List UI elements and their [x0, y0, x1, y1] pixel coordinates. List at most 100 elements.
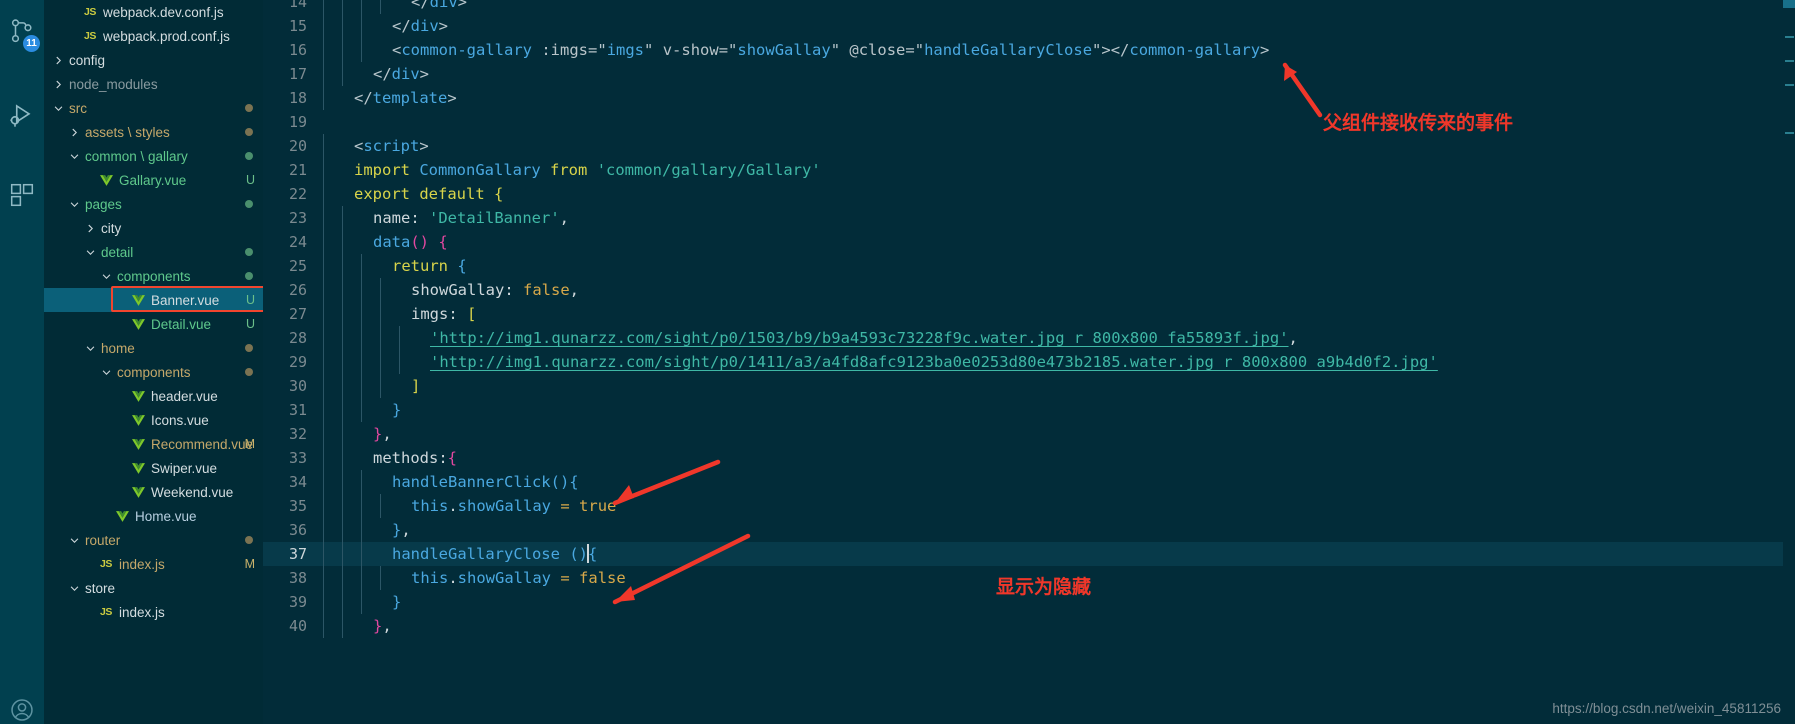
line-number: 36	[288, 521, 307, 539]
chevron-down-icon[interactable]	[68, 144, 81, 168]
line-number: 39	[288, 593, 307, 611]
code-line[interactable]: 33 methods:{	[263, 446, 1795, 470]
explorer-item-detail[interactable]: detail	[44, 240, 263, 264]
chevron-right-icon[interactable]	[68, 120, 81, 144]
explorer-item-swiper-vue[interactable]: Swiper.vue	[44, 456, 263, 480]
code-line[interactable]: 19	[263, 110, 1795, 134]
code-line[interactable]: 15 </div>	[263, 14, 1795, 38]
code-line[interactable]: 35 this.showGallay = true	[263, 494, 1795, 518]
code-line[interactable]: 24 data() {	[263, 230, 1795, 254]
scrollbar-thumb[interactable]	[1783, 0, 1795, 8]
twisty-placeholder	[116, 456, 129, 480]
editor-scrollbar[interactable]	[1783, 0, 1795, 724]
code-line[interactable]: 22 export default {	[263, 182, 1795, 206]
activity-bar: 11	[0, 0, 44, 724]
chevron-down-icon[interactable]	[68, 192, 81, 216]
chevron-down-icon[interactable]	[100, 360, 113, 384]
explorer-item-node-modules[interactable]: node_modules	[44, 72, 263, 96]
code-line[interactable]: 18 </template>	[263, 86, 1795, 110]
explorer-item-index-js[interactable]: JS index.js	[44, 600, 263, 624]
explorer-item-banner-vue[interactable]: Banner.vue U	[44, 288, 263, 312]
folder-status-dot	[245, 248, 253, 256]
code-line[interactable]: 16 <common-gallary :imgs="imgs" v-show="s…	[263, 38, 1795, 62]
code-line[interactable]: 36},	[263, 518, 1795, 542]
code-line-text: <common-gallary :imgs="imgs" v-show="sho…	[321, 38, 1795, 62]
line-number: 30	[288, 377, 307, 395]
explorer-item-label: node_modules	[69, 76, 158, 92]
code-line[interactable]: 21 import CommonGallary from 'common/gall…	[263, 158, 1795, 182]
code-line[interactable]: 27 imgs: [	[263, 302, 1795, 326]
code-line-text: </div>	[321, 0, 1795, 14]
chevron-down-icon[interactable]	[52, 96, 65, 120]
code-line[interactable]: 34 handleBannerClick(){	[263, 470, 1795, 494]
chevron-down-icon[interactable]	[84, 336, 97, 360]
code-line[interactable]: 37 handleGallaryClose (){	[263, 542, 1795, 566]
explorer-item-pages[interactable]: pages	[44, 192, 263, 216]
code-line[interactable]: 31}	[263, 398, 1795, 422]
explorer-item-detail-vue[interactable]: Detail.vue U	[44, 312, 263, 336]
vscode-window: 11 JS webpack.dev.conf.js JS webpack.pro…	[0, 0, 1795, 724]
explorer-item-components[interactable]: components	[44, 264, 263, 288]
source-control-icon[interactable]: 11	[0, 0, 44, 62]
accounts-icon[interactable]	[0, 688, 44, 724]
folder-status-dot	[245, 536, 253, 544]
twisty-placeholder	[116, 480, 129, 504]
vue-file-icon	[129, 486, 147, 498]
chevron-right-icon[interactable]	[84, 216, 97, 240]
explorer-item-weekend-vue[interactable]: Weekend.vue	[44, 480, 263, 504]
explorer-item-common-gallary[interactable]: common \ gallary	[44, 144, 263, 168]
chevron-right-icon[interactable]	[52, 72, 65, 96]
explorer-item-webpack-dev-conf-js[interactable]: JS webpack.dev.conf.js	[44, 0, 263, 24]
explorer-item-router[interactable]: router	[44, 528, 263, 552]
explorer-item-components[interactable]: components	[44, 360, 263, 384]
code-line[interactable]: 32},	[263, 422, 1795, 446]
line-number: 26	[288, 281, 307, 299]
code-line[interactable]: 23 name: 'DetailBanner',	[263, 206, 1795, 230]
explorer-item-config[interactable]: config	[44, 48, 263, 72]
explorer-item-src[interactable]: src	[44, 96, 263, 120]
code-line[interactable]: 25 return {	[263, 254, 1795, 278]
extensions-icon[interactable]	[0, 164, 44, 226]
explorer-item-store[interactable]: store	[44, 576, 263, 600]
explorer-item-webpack-prod-conf-js[interactable]: JS webpack.prod.conf.js	[44, 24, 263, 48]
run-and-debug-icon[interactable]	[0, 84, 44, 146]
code-line[interactable]: 40},	[263, 614, 1795, 638]
code-line[interactable]: 17 </div>	[263, 62, 1795, 86]
code-line[interactable]: 26 showGallay: false,	[263, 278, 1795, 302]
explorer-item-index-js[interactable]: JS index.js M	[44, 552, 263, 576]
code-line[interactable]: 14 </div>	[263, 0, 1795, 14]
code-line-text: ]	[321, 374, 1795, 398]
explorer-item-header-vue[interactable]: header.vue	[44, 384, 263, 408]
explorer-item-assets-styles[interactable]: assets \ styles	[44, 120, 263, 144]
code-line[interactable]: 28 'http://img1.qunarzz.com/sight/p0/1503…	[263, 326, 1795, 350]
code-editor[interactable]: 14 </div> 15 </div> 16 <common-gallary :imgs=…	[263, 0, 1795, 724]
explorer-item-home-vue[interactable]: Home.vue	[44, 504, 263, 528]
code-line[interactable]: 20 <script>	[263, 134, 1795, 158]
chevron-down-icon[interactable]	[84, 240, 97, 264]
code-lines[interactable]: 14 </div> 15 </div> 16 <common-gallary :imgs=…	[263, 0, 1795, 638]
line-number: 32	[288, 425, 307, 443]
chevron-right-icon[interactable]	[52, 48, 65, 72]
explorer-item-label: assets \ styles	[85, 124, 170, 140]
explorer-item-recommend-vue[interactable]: Recommend.vue M	[44, 432, 263, 456]
file-explorer-tree[interactable]: JS webpack.dev.conf.js JS webpack.prod.conf…	[44, 0, 263, 724]
code-line[interactable]: 30]	[263, 374, 1795, 398]
chevron-down-icon[interactable]	[68, 576, 81, 600]
chevron-down-icon[interactable]	[100, 264, 113, 288]
chevron-down-icon[interactable]	[68, 528, 81, 552]
explorer-item-home[interactable]: home	[44, 336, 263, 360]
code-line-text: },	[321, 422, 1795, 446]
explorer-item-city[interactable]: city	[44, 216, 263, 240]
twisty-placeholder	[116, 312, 129, 336]
vue-file-icon	[129, 390, 147, 402]
code-line[interactable]: 29 'http://img1.qunarzz.com/sight/p0/1411…	[263, 350, 1795, 374]
explorer-item-gallary-vue[interactable]: Gallary.vue U	[44, 168, 263, 192]
folder-status-dot	[245, 104, 253, 112]
explorer-item-icons-vue[interactable]: Icons.vue	[44, 408, 263, 432]
